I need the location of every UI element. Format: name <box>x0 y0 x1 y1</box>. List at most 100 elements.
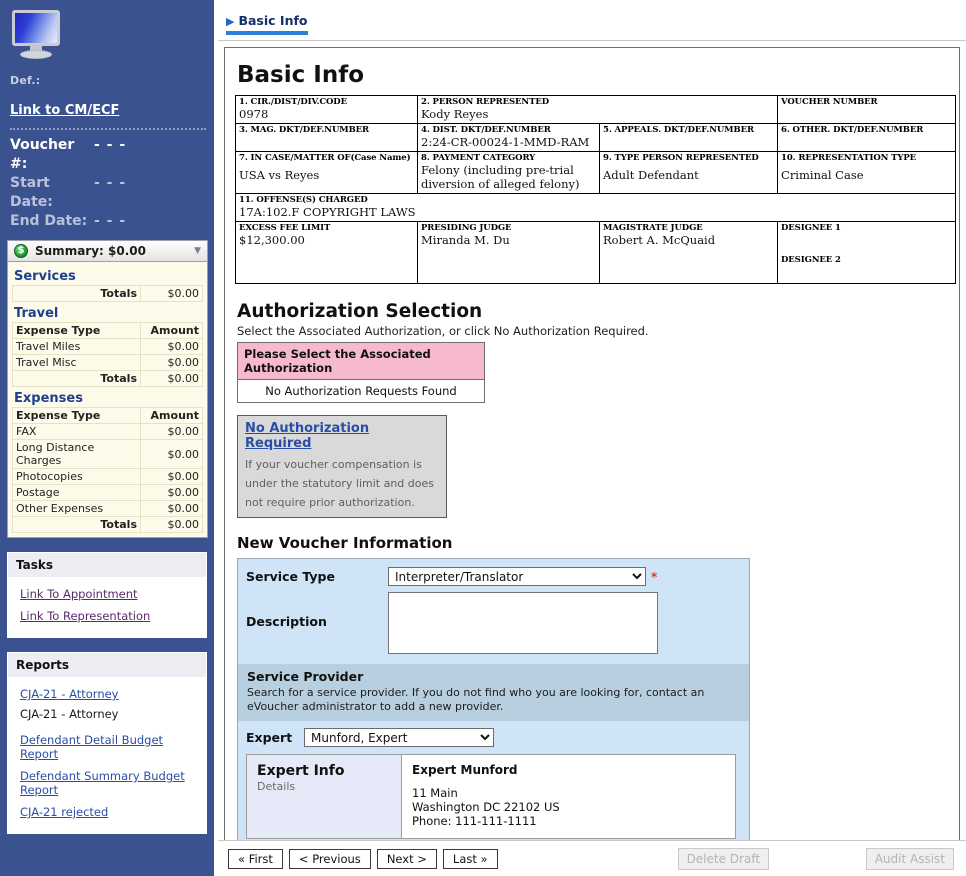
start-date-label: Start Date: <box>10 175 53 210</box>
triangle-right-icon: ▶ <box>226 15 235 28</box>
previous-button[interactable]: < Previous <box>288 849 371 869</box>
travel-col-amount: Amount <box>140 322 203 339</box>
end-date-value: - - - <box>94 213 127 229</box>
report-cja21-rejected-link[interactable]: CJA-21 rejected <box>20 801 198 823</box>
field-label: 6. OTHER. DKT/DEF.NUMBER <box>781 125 924 135</box>
last-button[interactable]: Last » <box>442 849 498 869</box>
no-authorization-required-box[interactable]: No Authorization Required If your vouche… <box>237 415 447 518</box>
summary-toggle[interactable]: $ Summary: $0.00 ▼ <box>7 240 208 262</box>
expenses-col-amount: Amount <box>140 407 203 424</box>
next-button[interactable]: Next > <box>376 849 437 869</box>
description-row: Description <box>238 586 749 664</box>
table-row: 1. CIR./DIST/DIV.CODE 0978 2. PERSON REP… <box>235 95 957 124</box>
table-row: 7. IN CASE/MATTER OF(Case Name) USA vs R… <box>235 151 957 194</box>
no-authorization-required-link[interactable]: No Authorization Required <box>245 421 439 451</box>
expenses-row-type: FAX <box>12 423 141 440</box>
field-label: 1. CIR./DIST/DIV.CODE <box>239 97 347 107</box>
expert-phone: Phone: 111-111-1111 <box>412 814 537 828</box>
field-dist-dkt-def-number: 4. DIST. DKT/DEF.NUMBER 2:24-CR-00024-1-… <box>417 123 600 152</box>
tab-underline <box>226 31 308 35</box>
app-logo <box>0 0 214 60</box>
report-defendant-summary-budget-link[interactable]: Defendant Summary Budget Report <box>20 765 198 801</box>
service-type-select[interactable]: Interpreter/Translator <box>388 567 646 586</box>
travel-title: Travel <box>14 306 59 321</box>
table-header-row: Expense Type Amount <box>12 322 203 339</box>
link-to-representation[interactable]: Link To Representation <box>20 605 198 627</box>
new-voucher-heading: New Voucher Information <box>237 534 453 552</box>
field-label: 5. APPEALS. DKT/DEF.NUMBER <box>603 125 754 135</box>
first-button[interactable]: « First <box>228 849 283 869</box>
table-row: Postage $0.00 <box>12 484 203 501</box>
field-mag-dkt-def-number: 3. MAG. DKT/DEF.NUMBER <box>235 123 418 152</box>
delete-draft-wrap: Delete Draft <box>677 848 770 870</box>
voucher-number-label: Voucher #: <box>10 137 75 172</box>
field-value: Felony (including pre-trial diversion of… <box>421 163 580 191</box>
table-row: Long Distance Charges $0.00 <box>12 439 203 469</box>
field-value: USA vs Reyes <box>239 168 320 182</box>
travel-row-type: Travel Misc <box>12 354 141 371</box>
field-value: $12,300.00 <box>239 233 305 247</box>
reports-links: CJA-21 - Attorney CJA-21 - Attorney Defe… <box>8 677 206 833</box>
main-content: ▶ Basic Info Basic Info 1. CIR./DIST/DIV.… <box>218 0 966 876</box>
field-label: MAGISTRATE JUDGE <box>603 223 703 233</box>
field-value: Criminal Case <box>781 168 864 182</box>
expert-address-line1: 11 Main <box>412 786 458 800</box>
expenses-table: Expense Type Amount FAX $0.00 Long Dista… <box>12 407 203 533</box>
field-value: Kody Reyes <box>421 107 489 121</box>
service-type-label: Service Type <box>246 569 335 584</box>
audit-assist-wrap: Audit Assist <box>865 848 954 870</box>
travel-table: Expense Type Amount Travel Miles $0.00 T… <box>12 322 203 387</box>
tasks-title: Tasks <box>8 553 206 577</box>
services-table: Totals $0.00 <box>12 285 203 302</box>
travel-row-type: Travel Miles <box>12 338 141 355</box>
cja-info-table: 1. CIR./DIST/DIV.CODE 0978 2. PERSON REP… <box>234 95 957 284</box>
link-to-appointment[interactable]: Link To Appointment <box>20 583 198 605</box>
report-defendant-detail-budget-link[interactable]: Defendant Detail Budget Report <box>20 729 198 765</box>
expert-info-left: Expert Info Details <box>247 755 402 838</box>
bottom-navigation: « First < Previous Next > Last » Delete … <box>218 840 966 876</box>
no-authorization-required-text: If your voucher compensation is under th… <box>245 458 434 509</box>
description-input[interactable] <box>388 592 658 654</box>
expenses-row-type: Photocopies <box>12 468 141 485</box>
description-label: Description <box>246 614 327 629</box>
field-label: DESIGNEE 1 <box>781 223 841 233</box>
table-header-row: Expense Type Amount <box>12 407 203 424</box>
field-label: VOUCHER NUMBER <box>781 97 878 107</box>
table-row: Totals $0.00 <box>12 370 203 387</box>
expert-info-right: Expert Munford 11 Main Washington DC 221… <box>402 755 560 838</box>
field-value: 0978 <box>239 107 269 121</box>
expert-select[interactable]: Munford, Expert <box>304 728 494 747</box>
travel-row-amount: $0.00 <box>140 354 203 371</box>
chevron-down-icon: ▼ <box>194 246 201 256</box>
expenses-row-amount: $0.00 <box>140 484 203 501</box>
expert-name: Expert Munford <box>412 763 518 777</box>
tasks-card: Tasks Link To Appointment Link To Repres… <box>7 552 207 638</box>
authorization-subtext: Select the Associated Authorization, or … <box>237 324 649 338</box>
table-row: Travel Miles $0.00 <box>12 338 203 355</box>
expenses-row-amount: $0.00 <box>140 500 203 517</box>
expenses-totals-amount: $0.00 <box>140 516 203 533</box>
field-label: 3. MAG. DKT/DEF.NUMBER <box>239 125 370 135</box>
new-voucher-panel: Service Type Interpreter/Translator * De… <box>237 558 750 876</box>
report-cja21-attorney-link[interactable]: CJA-21 - Attorney <box>20 683 198 705</box>
field-type-person-represented: 9. TYPE PERSON REPRESENTED Adult Defenda… <box>598 151 779 194</box>
link-to-cmecf[interactable]: Link to CM/ECF <box>0 87 214 118</box>
table-row: EXCESS FEE LIMIT $12,300.00 PRESIDING JU… <box>235 221 957 284</box>
field-label: DESIGNEE 2 <box>781 255 841 265</box>
field-representation-type: 10. REPRESENTATION TYPE Criminal Case <box>777 151 957 194</box>
summary-tables: Services Totals $0.00 Travel Expense Typ… <box>7 262 208 538</box>
field-appeals-dkt-def-number: 5. APPEALS. DKT/DEF.NUMBER <box>598 123 779 152</box>
field-designees: DESIGNEE 1 DESIGNEE 2 <box>777 221 957 284</box>
table-row: 11. OFFENSE(S) CHARGED 17A:102.F COPYRIG… <box>234 193 957 222</box>
field-label: EXCESS FEE LIMIT <box>239 223 331 233</box>
expenses-row-type: Other Expenses <box>12 500 141 517</box>
service-provider-text: Search for a service provider. If you do… <box>247 686 705 713</box>
authorization-empty-message: No Authorization Requests Found <box>265 384 457 398</box>
travel-totals-label: Totals <box>12 370 141 387</box>
field-value: 2:24-CR-00024-1-MMD-RAM <box>421 135 590 149</box>
required-marker: * <box>651 569 658 584</box>
bottom-navigation-inner: « First < Previous Next > Last » Delete … <box>218 841 966 876</box>
expert-info-title: Expert Info <box>257 763 345 779</box>
tab-basic-info[interactable]: ▶ Basic Info <box>226 13 314 40</box>
expenses-totals-label: Totals <box>12 516 141 533</box>
